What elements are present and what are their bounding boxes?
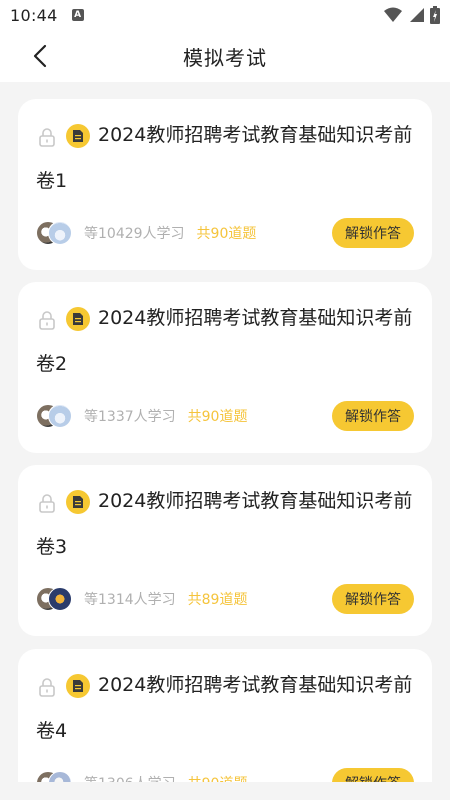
lock-icon	[39, 311, 55, 330]
lock-icon	[39, 494, 55, 513]
status-bar: 10:44 A	[0, 0, 450, 30]
question-count: 共90道题	[188, 773, 248, 782]
question-count: 共90道题	[187, 409, 248, 425]
card-title-row: 2024教师招聘考试教育基础知识考前卷4	[36, 673, 416, 754]
card-meta: 等1314人学习 共89道题 解锁作答	[36, 584, 414, 614]
avatar	[48, 771, 72, 782]
document-icon	[66, 490, 90, 514]
card-title-row: 2024教师招聘考试教育基础知识考前卷3	[36, 489, 416, 570]
avatar	[48, 221, 72, 245]
page-title: 模拟考试	[183, 45, 267, 70]
card-title: 2024教师招聘考试教育基础知识考前卷3	[36, 490, 413, 558]
learner-avatars	[36, 770, 74, 782]
card-meta: 等1337人学习 共90道题 解锁作答	[36, 401, 414, 431]
card-title: 2024教师招聘考试教育基础知识考前卷2	[36, 307, 413, 375]
avatar	[48, 404, 72, 428]
learner-count: 等1314人学习	[84, 592, 176, 608]
document-icon	[66, 307, 90, 331]
wifi-icon	[384, 7, 402, 22]
question-count: 共89道题	[187, 592, 248, 608]
card-title: 2024教师招聘考试教育基础知识考前卷4	[36, 674, 413, 742]
learner-count: 等1337人学习	[84, 409, 176, 425]
chevron-left-icon	[33, 44, 47, 68]
notification-icon: A	[71, 9, 84, 21]
card-title-row: 2024教师招聘考试教育基础知识考前卷2	[36, 306, 416, 387]
card-title-row: 2024教师招聘考试教育基础知识考前卷1	[36, 123, 416, 204]
learner-avatars	[36, 586, 74, 612]
unlock-answer-button[interactable]: 解锁作答	[332, 218, 414, 248]
header: 模拟考试	[0, 30, 450, 82]
exam-card[interactable]: 2024教师招聘考试教育基础知识考前卷2 等1337人学习 共90道题 解锁作答	[18, 282, 432, 453]
status-time: 10:44	[10, 5, 58, 25]
card-title: 2024教师招聘考试教育基础知识考前卷1	[36, 124, 413, 192]
lock-icon	[39, 678, 55, 697]
learner-count: 等10429人学习	[84, 226, 185, 242]
unlock-answer-button[interactable]: 解锁作答	[332, 584, 414, 614]
exam-list[interactable]: 2024教师招聘考试教育基础知识考前卷1 等10429人学习 共90道题 解锁作…	[0, 82, 450, 782]
exam-card[interactable]: 2024教师招聘考试教育基础知识考前卷3 等1314人学习 共89道题 解锁作答	[18, 465, 432, 636]
learner-avatars	[36, 220, 74, 246]
avatar	[48, 587, 72, 611]
status-icons	[384, 6, 440, 24]
exam-card[interactable]: 2024教师招聘考试教育基础知识考前卷4 等1306人学习 共90道题 解锁作答	[18, 649, 432, 782]
learner-avatars	[36, 403, 74, 429]
back-button[interactable]	[26, 42, 54, 70]
lock-icon	[39, 128, 55, 147]
battery-icon	[430, 6, 440, 24]
document-icon	[66, 124, 90, 148]
question-count: 共90道题	[196, 226, 257, 242]
exam-card[interactable]: 2024教师招聘考试教育基础知识考前卷1 等10429人学习 共90道题 解锁作…	[18, 99, 432, 270]
card-meta: 等10429人学习 共90道题 解锁作答	[36, 218, 414, 248]
bottom-bar	[0, 782, 450, 800]
document-icon	[66, 674, 90, 698]
signal-icon	[410, 8, 424, 22]
learner-count: 等1306人学习	[84, 773, 176, 782]
unlock-answer-button[interactable]: 解锁作答	[332, 401, 414, 431]
card-meta: 等1306人学习 共90道题 解锁作答	[36, 768, 414, 782]
unlock-answer-button[interactable]: 解锁作答	[332, 768, 414, 782]
